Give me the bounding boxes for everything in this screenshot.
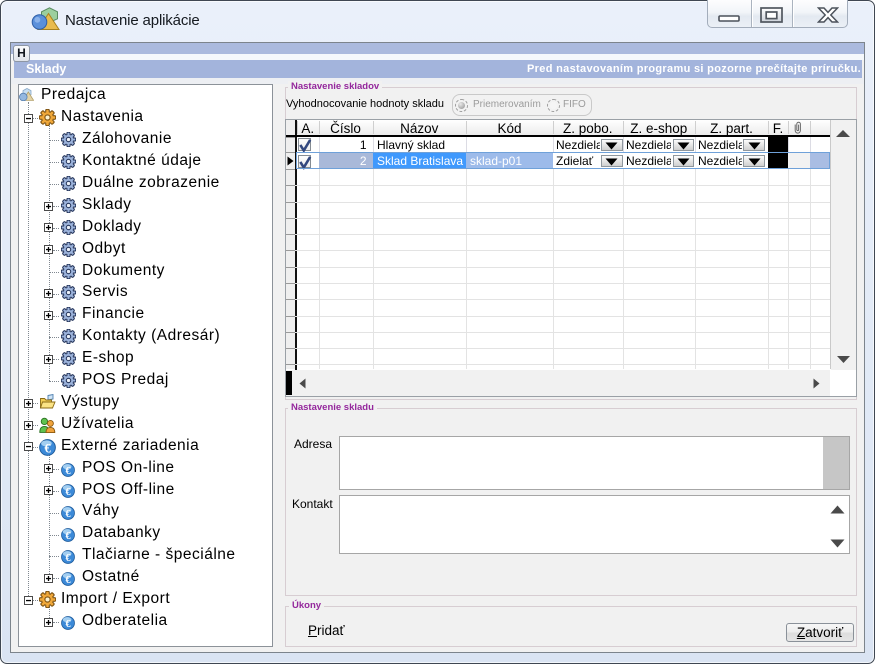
svg-text:€: €	[65, 553, 71, 564]
svg-text:€: €	[65, 575, 71, 586]
svg-text:€: €	[44, 441, 51, 455]
svg-text:€: €	[65, 531, 71, 542]
svg-text:€: €	[65, 466, 71, 477]
svg-text:€: €	[65, 509, 71, 520]
svg-text:€: €	[65, 487, 71, 498]
svg-text:€: €	[65, 619, 71, 630]
